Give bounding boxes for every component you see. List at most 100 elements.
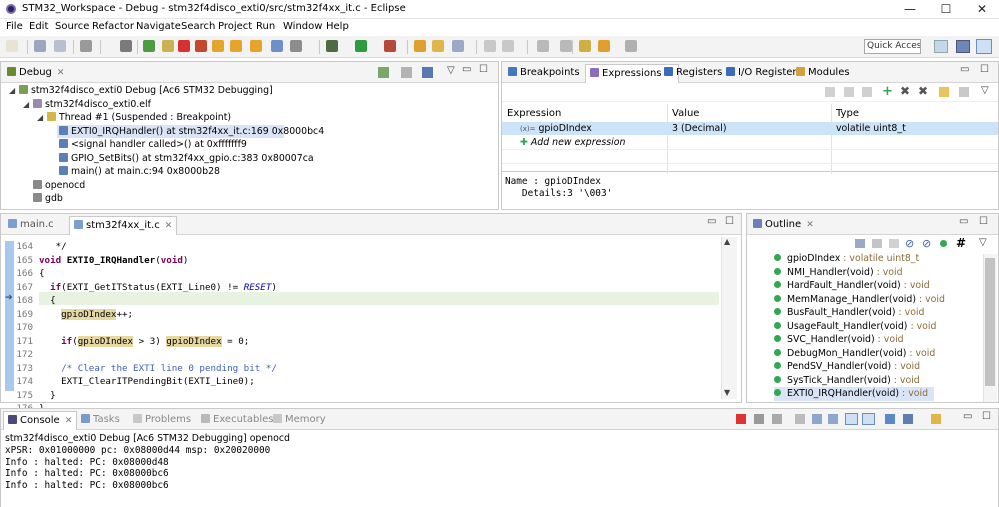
debug-tree-item[interactable]: <signal handler called>() at 0xfffffff9 xyxy=(1,138,498,152)
maximize-view-icon[interactable]: ☐ xyxy=(982,411,991,422)
show-logical-structure-icon[interactable] xyxy=(844,87,854,97)
tab-registers[interactable]: Registers xyxy=(660,64,726,82)
step-over-icon[interactable] xyxy=(230,40,242,52)
last-edit-icon[interactable] xyxy=(579,40,591,52)
view-menu-icon[interactable]: ▽ xyxy=(981,85,989,96)
step-into-icon[interactable] xyxy=(212,40,224,52)
expand-arrow-icon[interactable]: ◢ xyxy=(37,111,47,125)
c-perspective-icon[interactable] xyxy=(956,40,970,53)
code-line[interactable]: 167 if(EXTI_GetITStatus(EXTI_Line0) != R… xyxy=(13,281,718,295)
layout-icon[interactable] xyxy=(959,87,969,97)
outline-item[interactable]: UsageFault_Handler(void) : void xyxy=(774,320,998,334)
collapse-all-icon[interactable] xyxy=(862,87,872,97)
minimize-view-icon[interactable]: ▭ xyxy=(707,216,716,227)
debug-tree-item[interactable]: ◢ stm32f4disco_exti0 Debug [Ac6 STM32 Deb… xyxy=(1,84,498,98)
minimize-view-icon[interactable]: ▭ xyxy=(959,216,968,227)
view-menu-icon[interactable]: ▽ xyxy=(979,237,987,248)
step-return-icon[interactable] xyxy=(250,40,262,52)
show-on-stdout-icon[interactable] xyxy=(845,413,858,425)
add-new-expression[interactable]: ✚ Add new expression xyxy=(520,136,625,149)
minimize-view-icon[interactable]: ▭ xyxy=(462,64,471,75)
save-all-icon[interactable] xyxy=(54,40,66,52)
code-line[interactable]: 175 } xyxy=(13,389,718,403)
disconnect-icon[interactable] xyxy=(195,40,207,52)
maximize-view-icon[interactable]: ☐ xyxy=(979,216,988,227)
forward-icon[interactable] xyxy=(625,40,637,52)
code-line[interactable]: 169 gpioDIndex++; xyxy=(13,308,718,322)
tab-stm32f4xx-it-c[interactable]: stm32f4xx_it.c ✕ xyxy=(69,216,178,235)
hide-nonpublic-icon[interactable] xyxy=(940,240,947,247)
outline-item[interactable]: DebugMon_Handler(void) : void xyxy=(774,347,998,361)
close-icon[interactable]: ✕ xyxy=(65,416,73,426)
menu-window[interactable]: Window xyxy=(283,21,322,32)
menu-source[interactable]: Source xyxy=(55,21,89,32)
tab-tasks[interactable]: Tasks xyxy=(77,411,124,429)
toggle-mark-icon[interactable] xyxy=(484,40,496,52)
terminate-icon[interactable] xyxy=(736,414,746,424)
outline-item[interactable]: PendSV_Handler(void) : void xyxy=(774,360,998,374)
hide-fields-icon[interactable]: ⊘ xyxy=(905,237,914,250)
outline-item[interactable]: SysTick_Handler(void) : void xyxy=(774,374,998,388)
tab-debug[interactable]: Debug ✕ xyxy=(3,64,68,82)
back-icon[interactable] xyxy=(598,40,610,52)
open-console-icon[interactable] xyxy=(931,414,941,424)
outline-item[interactable]: SVC_Handler(void) : void xyxy=(774,333,998,347)
close-icon[interactable]: ✕ xyxy=(806,220,814,230)
col-value-header[interactable]: Value xyxy=(672,108,699,119)
next-annotation-icon[interactable] xyxy=(537,40,549,52)
prev-annotation-icon[interactable] xyxy=(560,40,572,52)
close-icon[interactable]: ✕ xyxy=(165,221,173,231)
code-line[interactable]: 172 xyxy=(13,348,718,362)
sort-icon[interactable] xyxy=(889,239,899,248)
search-icon[interactable] xyxy=(452,40,464,52)
menu-refactor[interactable]: Refactor xyxy=(92,21,134,32)
restart-icon[interactable] xyxy=(290,40,302,52)
debug-tree-item[interactable]: GPIO_SetBits() at stm32f4xx_gpio.c:383 0… xyxy=(1,152,498,166)
run-icon[interactable] xyxy=(355,40,367,52)
code-line[interactable]: 168 { xyxy=(13,294,718,308)
show-on-stderr-icon[interactable] xyxy=(862,413,875,425)
debug-tree-item[interactable]: ◢ stm32f4disco_exti0.elf xyxy=(1,98,498,112)
save-icon[interactable] xyxy=(34,40,46,52)
minimize-view-icon[interactable]: ▭ xyxy=(963,411,972,422)
code-line[interactable]: 171 if(gpioDIndex > 3) gpioDIndex = 0; xyxy=(13,335,718,349)
outline-item[interactable]: gpioDIndex : volatile uint8_t xyxy=(774,252,998,266)
outline-item[interactable]: NMI_Handler(void) : void xyxy=(774,266,998,280)
tab-problems[interactable]: Problems xyxy=(129,411,195,429)
scroll-up-icon[interactable]: ▲ xyxy=(724,237,730,246)
close-icon[interactable]: ✕ xyxy=(57,68,65,78)
code-line[interactable]: 170 xyxy=(13,321,718,335)
tab-breakpoints[interactable]: Breakpoints xyxy=(504,64,584,82)
editor-scrollbar[interactable] xyxy=(721,237,737,399)
menu-search[interactable]: Search xyxy=(181,21,215,32)
minimize-button[interactable]: — xyxy=(893,0,927,19)
expression-value[interactable]: 3 (Decimal) xyxy=(672,122,727,135)
outline-scroll-thumb[interactable] xyxy=(985,258,995,386)
tab-outline[interactable]: Outline ✕ xyxy=(749,216,818,234)
hierarchy-icon[interactable] xyxy=(855,239,865,248)
code-line[interactable]: 165 void EXTI0_IRQHandler(void) xyxy=(13,254,718,268)
hide-macros-icon[interactable]: # xyxy=(956,236,966,250)
suspend-icon[interactable] xyxy=(162,40,174,52)
debug-tree-item[interactable]: gdb xyxy=(1,192,498,206)
expand-arrow-icon[interactable]: ◢ xyxy=(9,84,19,98)
add-expression-icon[interactable]: + xyxy=(882,84,893,99)
view-menu-icon[interactable]: ▽ xyxy=(447,65,455,76)
debug-perspective-icon[interactable] xyxy=(976,39,992,54)
debug-tree-item[interactable]: openocd xyxy=(1,179,498,193)
scroll-lock-icon[interactable] xyxy=(812,414,822,424)
menu-run[interactable]: Run xyxy=(256,21,275,32)
quick-access-field[interactable]: Quick Access xyxy=(864,39,921,54)
expression-details[interactable]: Name : gpioDIndex Details:3 '\003' xyxy=(502,171,998,207)
export-icon[interactable] xyxy=(939,87,949,97)
tab-main-c[interactable]: main.c xyxy=(4,216,58,234)
outline-item[interactable]: HardFault_Handler(void) : void xyxy=(774,279,998,293)
step-filter-icon[interactable] xyxy=(422,67,433,78)
display-console-icon[interactable] xyxy=(903,414,913,424)
skip-all-breakpoints-icon[interactable] xyxy=(120,40,132,52)
debug-tree-item[interactable]: main() at main.c:94 0x8000b28 xyxy=(1,165,498,179)
col-type-header[interactable]: Type xyxy=(836,108,859,119)
code-line[interactable]: 174 EXTI_ClearITPendingBit(EXTI_Line0); xyxy=(13,375,718,389)
new-icon[interactable] xyxy=(6,40,18,52)
open-perspective-icon[interactable] xyxy=(934,40,948,53)
